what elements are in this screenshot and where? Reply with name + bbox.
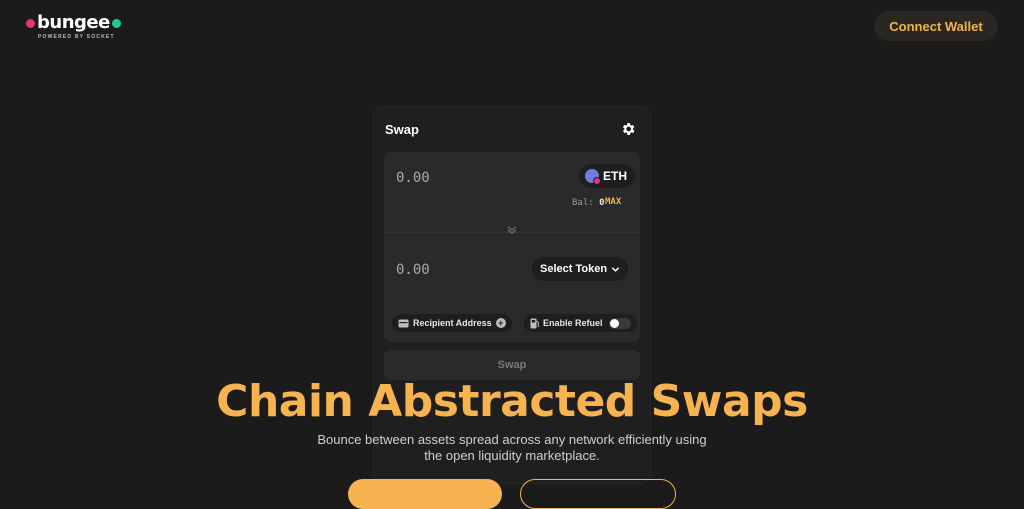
swap-panel: 0.00 ETH Bal: 0 MAX 0.00 Select Token Re… — [384, 152, 640, 342]
recipient-address-button[interactable]: Recipient Address + — [392, 314, 512, 332]
to-amount-input[interactable]: 0.00 — [396, 262, 430, 278]
swap-card: Swap 0.00 ETH Bal: 0 MAX 0.00 Select Tok… — [373, 106, 651, 484]
chevron-down-icon — [611, 266, 620, 272]
from-amount-input[interactable]: 0.00 — [396, 170, 430, 186]
from-token-selector[interactable]: ETH — [579, 164, 635, 188]
refuel-toggle[interactable] — [608, 317, 631, 329]
hero-title: Chain Abstracted Swaps — [216, 376, 808, 427]
hero-subtitle: Bounce between assets spread across any … — [317, 432, 707, 463]
balance-value: 0 — [599, 198, 605, 208]
gear-icon[interactable] — [620, 121, 636, 137]
recipient-address-label: Recipient Address — [413, 318, 492, 328]
from-token-label: ETH — [603, 169, 627, 183]
swap-card-title: Swap — [385, 122, 419, 137]
eth-token-icon — [585, 169, 601, 185]
enable-refuel-label: Enable Refuel — [543, 318, 603, 328]
logo-dot-pink — [26, 18, 35, 28]
select-token-label: Select Token — [540, 263, 608, 275]
connect-wallet-button[interactable]: Connect Wallet — [874, 11, 998, 41]
refuel-toggle-group[interactable]: Enable Refuel — [524, 314, 637, 332]
wallet-icon — [398, 319, 409, 327]
balance: Bal: 0 — [572, 198, 605, 208]
plus-icon: + — [495, 318, 506, 328]
balance-label: Bal: — [572, 198, 594, 208]
swap-direction-icon[interactable] — [506, 225, 518, 237]
bungee-logo[interactable]: bungee POWERED BY SOCKET — [26, 14, 126, 42]
logo-dot-green — [111, 18, 121, 28]
logo-subtext: POWERED BY SOCKET — [38, 34, 115, 40]
select-token-button[interactable]: Select Token — [532, 257, 629, 281]
fuel-icon — [530, 318, 539, 328]
max-button[interactable]: MAX — [605, 197, 621, 207]
logo-text: bungee — [37, 12, 110, 33]
